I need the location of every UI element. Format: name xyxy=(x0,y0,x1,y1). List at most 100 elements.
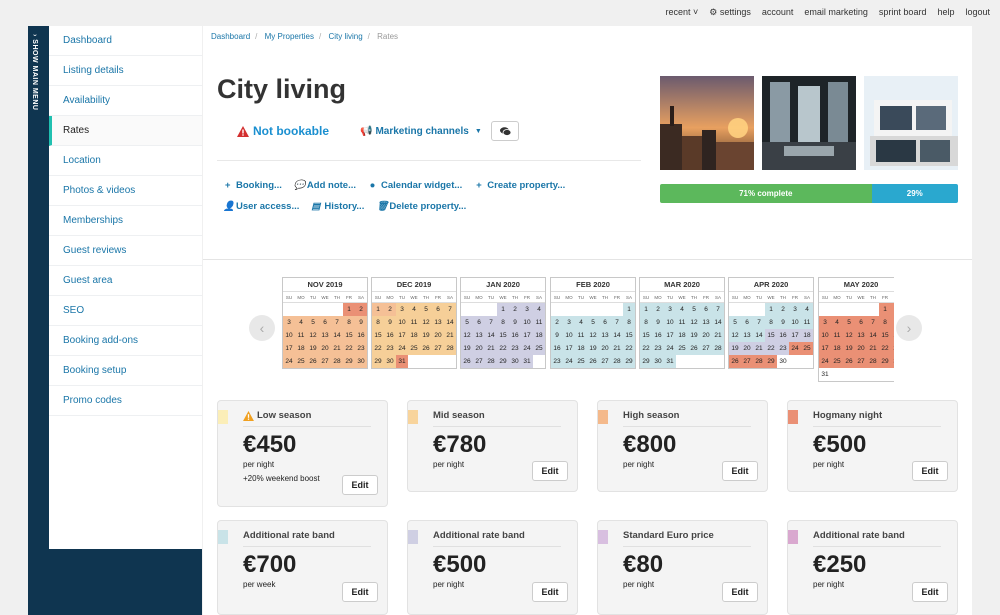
sidebar-item-availability[interactable]: Availability xyxy=(49,86,202,116)
calendar-day[interactable]: 30 xyxy=(509,355,521,368)
calendar-day[interactable]: 20 xyxy=(599,342,611,355)
calendar-day[interactable]: 18 xyxy=(831,342,843,355)
calendar-day[interactable]: 8 xyxy=(623,316,635,329)
calendar-day[interactable]: 26 xyxy=(461,355,473,368)
calendar-day[interactable]: 29 xyxy=(640,355,652,368)
calendar-day[interactable]: 7 xyxy=(444,303,456,316)
calendar-day[interactable]: 1 xyxy=(765,303,777,316)
edit-rate-button[interactable]: Edit xyxy=(912,461,948,481)
calendar-day[interactable]: 9 xyxy=(551,329,563,342)
calendar-day[interactable]: 29 xyxy=(372,355,384,368)
calendar-day[interactable]: 2 xyxy=(384,303,396,316)
calendar-day[interactable]: 26 xyxy=(307,355,319,368)
calendar-day[interactable]: 26 xyxy=(688,342,700,355)
marketing-channels-dropdown[interactable]: 📢 Marketing channels ▼ xyxy=(360,126,482,137)
calendar-day[interactable]: 6 xyxy=(319,316,331,329)
calendar-day[interactable]: 11 xyxy=(408,316,420,329)
calendar-day[interactable]: 3 xyxy=(664,303,676,316)
calendar-day[interactable]: 14 xyxy=(331,329,343,342)
calendar-day[interactable]: 22 xyxy=(640,342,652,355)
calendar-day[interactable]: 23 xyxy=(891,342,894,355)
calendar-day[interactable]: 26 xyxy=(587,355,599,368)
calendar-day[interactable]: 1 xyxy=(879,303,891,316)
history-action[interactable]: ▤ History... xyxy=(311,201,364,212)
calendar-day[interactable]: 13 xyxy=(432,316,444,329)
calendar-day[interactable]: 7 xyxy=(753,316,765,329)
calendar-day[interactable]: 4 xyxy=(295,316,307,329)
calendar-day[interactable]: 3 xyxy=(789,303,801,316)
calendar-day[interactable]: 27 xyxy=(319,355,331,368)
delete-property-action[interactable]: 🗑 Delete property... xyxy=(376,201,466,212)
calendar-day[interactable]: 4 xyxy=(801,303,813,316)
calendar-day[interactable]: 27 xyxy=(741,355,753,368)
calendar-day[interactable]: 26 xyxy=(729,355,741,368)
calendar-day[interactable]: 28 xyxy=(331,355,343,368)
calendar-day[interactable]: 14 xyxy=(611,329,623,342)
calendar-day[interactable]: 16 xyxy=(384,329,396,342)
calendar-day[interactable]: 27 xyxy=(855,355,867,368)
calendar-day[interactable]: 30 xyxy=(384,355,396,368)
calendar-day[interactable]: 25 xyxy=(408,342,420,355)
calendar-day[interactable]: 13 xyxy=(855,329,867,342)
calendar-day[interactable]: 21 xyxy=(611,342,623,355)
calendar-day[interactable]: 22 xyxy=(372,342,384,355)
calendar-day[interactable]: 3 xyxy=(283,316,295,329)
calendar-day[interactable]: 9 xyxy=(509,316,521,329)
calendar-day[interactable]: 5 xyxy=(420,303,432,316)
calendar-day[interactable]: 8 xyxy=(879,316,891,329)
calendar-day[interactable]: 11 xyxy=(801,316,813,329)
edit-rate-button[interactable]: Edit xyxy=(722,582,758,602)
calendar-day[interactable]: 19 xyxy=(729,342,741,355)
calendar-day[interactable]: 6 xyxy=(700,303,712,316)
calendar-day[interactable]: 24 xyxy=(521,342,533,355)
email-marketing-link[interactable]: email marketing xyxy=(804,7,868,18)
calendar-day[interactable]: 24 xyxy=(563,355,575,368)
calendar-day[interactable]: 21 xyxy=(331,342,343,355)
calendar-day[interactable]: 8 xyxy=(765,316,777,329)
calendar-day[interactable]: 29 xyxy=(623,355,635,368)
calendar-day[interactable]: 6 xyxy=(741,316,753,329)
calendar-day[interactable]: 1 xyxy=(640,303,652,316)
edit-rate-button[interactable]: Edit xyxy=(722,461,758,481)
create-property-action[interactable]: + Create property... xyxy=(474,180,565,191)
calendar-day[interactable]: 11 xyxy=(575,329,587,342)
calendar-prev-button[interactable]: ‹ xyxy=(249,315,275,341)
calendar-day[interactable]: 27 xyxy=(700,342,712,355)
calendar-day[interactable]: 13 xyxy=(741,329,753,342)
calendar-day[interactable]: 28 xyxy=(485,355,497,368)
calendar-day[interactable]: 20 xyxy=(855,342,867,355)
calendar-day[interactable]: 14 xyxy=(867,329,879,342)
calendar-day[interactable]: 1 xyxy=(623,303,635,316)
settings-link[interactable]: ⚙ settings xyxy=(709,7,751,18)
calendar-day[interactable]: 21 xyxy=(753,342,765,355)
calendar-day[interactable]: 4 xyxy=(676,303,688,316)
calendar-day[interactable]: 27 xyxy=(432,342,444,355)
calendar-day[interactable]: 16 xyxy=(777,329,789,342)
calendar-day[interactable]: 24 xyxy=(283,355,295,368)
calendar-day[interactable]: 2 xyxy=(551,316,563,329)
calendar-day[interactable]: 22 xyxy=(497,342,509,355)
edit-rate-button[interactable]: Edit xyxy=(342,582,378,602)
calendar-day[interactable]: 13 xyxy=(700,316,712,329)
calendar-day[interactable]: 24 xyxy=(396,342,408,355)
calendar-day[interactable]: 4 xyxy=(575,316,587,329)
sidebar-item-guest-area[interactable]: Guest area xyxy=(49,266,202,296)
calendar-day[interactable]: 11 xyxy=(295,329,307,342)
calendar-day[interactable]: 5 xyxy=(587,316,599,329)
calendar-day[interactable]: 30 xyxy=(652,355,664,368)
calendar-day[interactable]: 24 xyxy=(819,355,831,368)
calendar-day[interactable]: 26 xyxy=(843,355,855,368)
calendar-day[interactable]: 9 xyxy=(777,316,789,329)
calendar-day[interactable]: 12 xyxy=(461,329,473,342)
edit-rate-button[interactable]: Edit xyxy=(342,475,378,495)
calendar-day[interactable]: 7 xyxy=(611,316,623,329)
edit-rate-button[interactable]: Edit xyxy=(912,582,948,602)
property-photo-sunset[interactable] xyxy=(660,76,754,170)
calendar-day[interactable]: 31 xyxy=(664,355,676,368)
calendar-day[interactable]: 15 xyxy=(497,329,509,342)
calendar-day[interactable]: 11 xyxy=(533,316,545,329)
calendar-day[interactable]: 9 xyxy=(355,316,367,329)
calendar-day[interactable]: 28 xyxy=(611,355,623,368)
calendar-day[interactable]: 28 xyxy=(867,355,879,368)
add-note-action[interactable]: 💬 Add note... xyxy=(294,180,356,191)
